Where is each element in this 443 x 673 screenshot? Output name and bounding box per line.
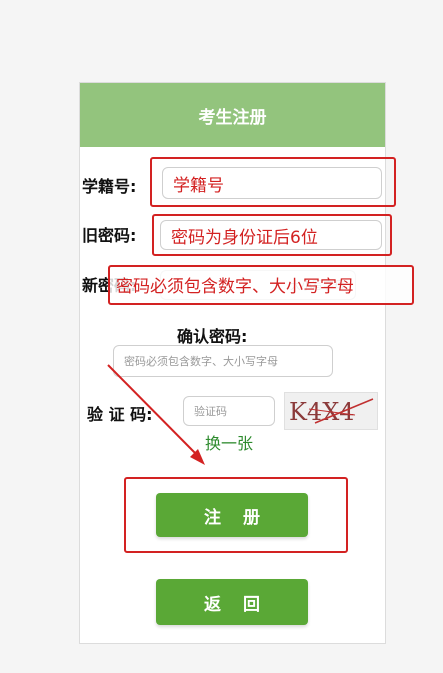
back-button[interactable]: 返回 xyxy=(156,579,308,625)
arrow-annotation-icon xyxy=(107,364,205,465)
register-button[interactable]: 注册 xyxy=(156,493,308,537)
